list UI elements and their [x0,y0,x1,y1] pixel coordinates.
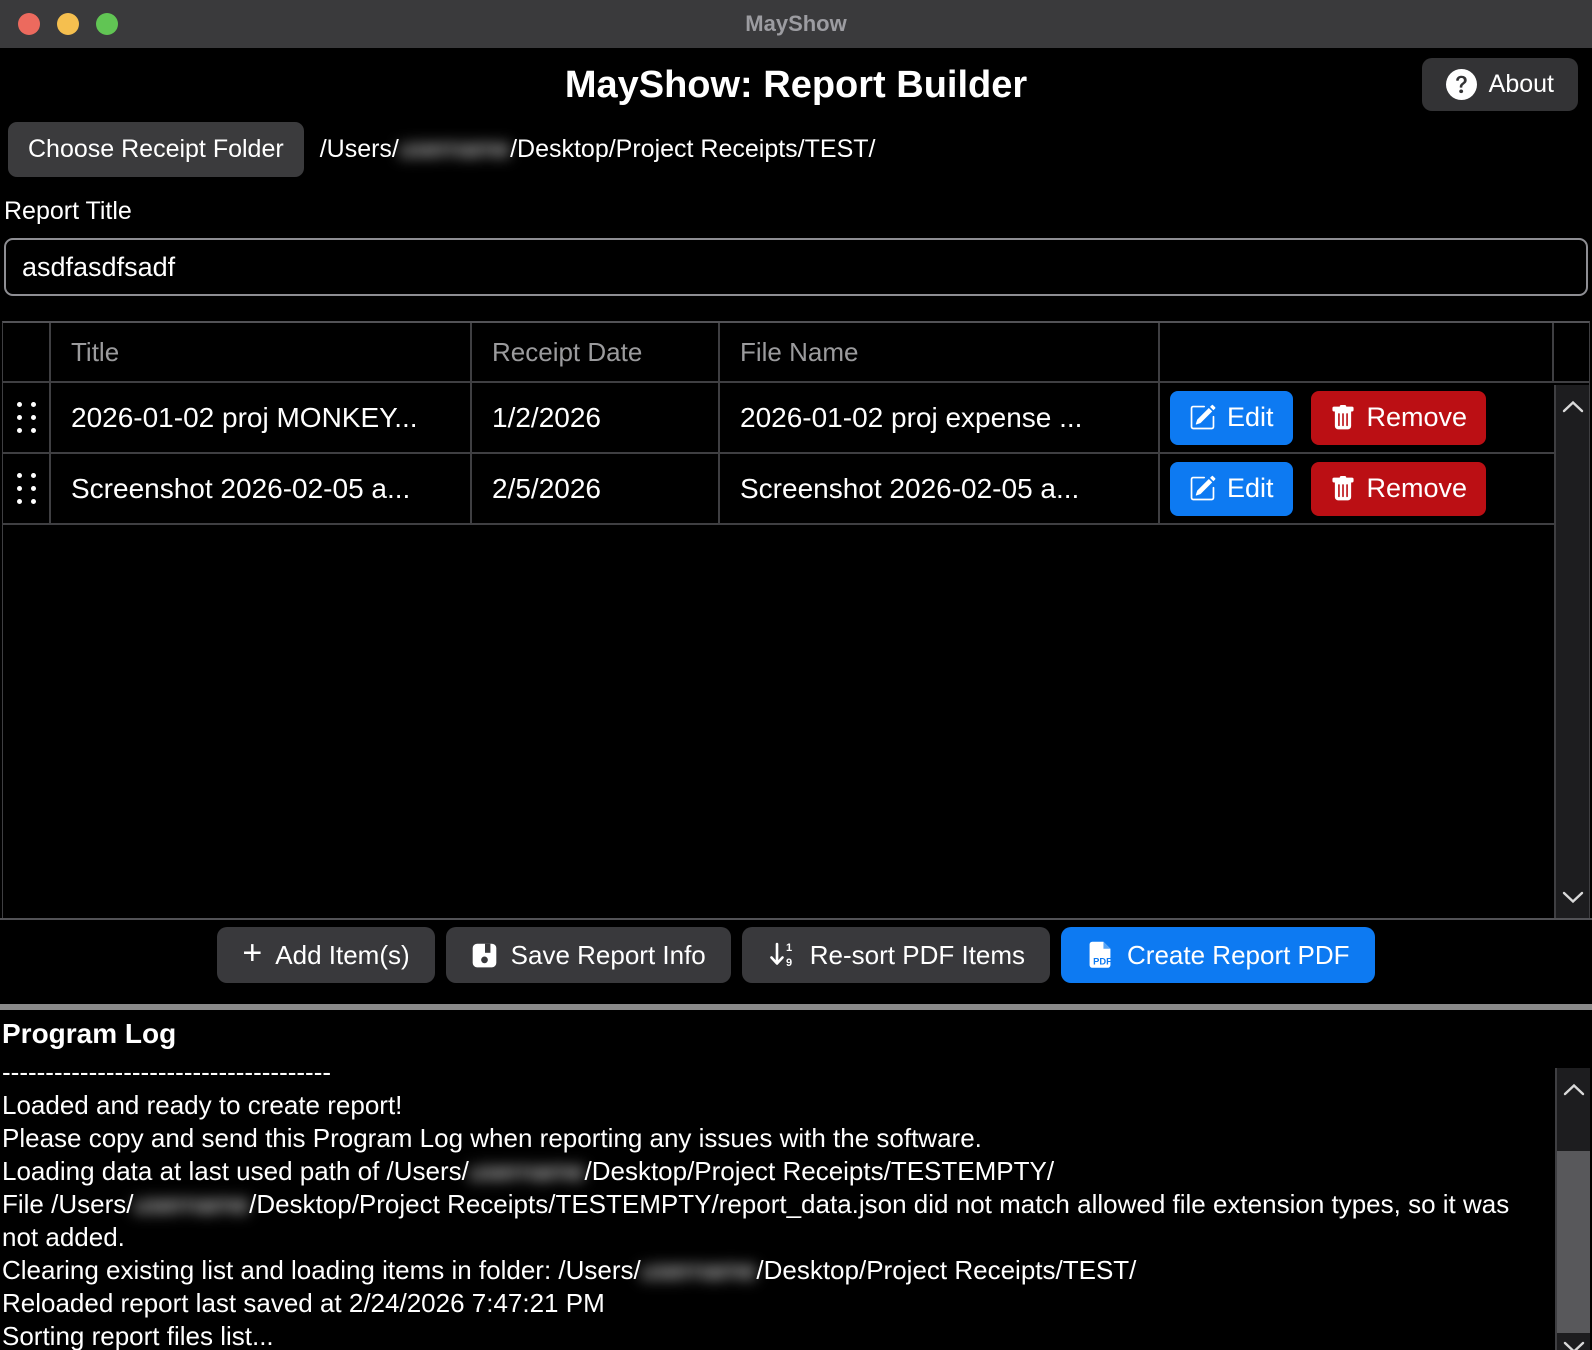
log-line: File /Users/username/Desktop/Project Rec… [2,1188,1534,1254]
row-receipt-date-cell: 2/5/2026 [472,454,720,523]
choose-receipt-folder-button[interactable]: Choose Receipt Folder [8,122,304,177]
save-report-info-button[interactable]: Save Report Info [446,927,731,983]
trash-icon [1330,476,1356,502]
log-line: Please copy and send this Program Log wh… [2,1122,1534,1155]
add-items-label: Add Item(s) [275,940,409,971]
table-body: 2026-01-02 proj MONKEY... 1/2/2026 2026-… [3,383,1554,918]
drag-handle-icon[interactable] [3,454,51,523]
program-log-title: Program Log [2,1018,1592,1050]
redacted-username: username [133,1189,249,1219]
svg-text:PDF: PDF [1093,956,1112,966]
save-report-info-label: Save Report Info [511,940,706,971]
log-line: Loading data at last used path of /Users… [2,1155,1534,1188]
edit-button-label: Edit [1227,402,1274,433]
sort-numeric-down-icon: 1 9 [767,940,797,970]
scroll-up-icon[interactable] [1556,393,1589,419]
report-title-input[interactable] [4,238,1588,296]
log-line: Clearing existing list and loading items… [2,1254,1534,1287]
edit-button[interactable]: Edit [1170,391,1293,445]
row-file-name-cell: Screenshot 2026-02-05 a... [720,454,1160,523]
row-title-cell: 2026-01-02 proj MONKEY... [51,383,472,452]
page-title: MayShow: Report Builder [0,48,1592,107]
log-scrollbar-thumb[interactable] [1557,1151,1590,1333]
table-row: 2026-01-02 proj MONKEY... 1/2/2026 2026-… [3,383,1554,454]
redacted-username: username [399,135,510,163]
column-header-receipt-date: Receipt Date [472,323,720,381]
plus-icon: + [242,936,262,970]
trash-icon [1330,405,1356,431]
redacted-username: username [469,1156,585,1186]
window-titlebar: MayShow [0,0,1592,48]
report-items-table: Title Receipt Date File Name 2026-01-02 … [2,321,1590,918]
row-receipt-date-cell: 1/2/2026 [472,383,720,452]
log-line: -------------------------------------- [2,1056,1534,1089]
remove-button-label: Remove [1367,473,1468,504]
remove-button[interactable]: Remove [1311,391,1487,445]
log-lines: --------------------------------------Lo… [2,1056,1592,1350]
toolbar: + Add Item(s) Save Report Info 1 9 Re-so… [0,918,1592,990]
log-line: Loaded and ready to create report! [2,1089,1534,1122]
row-title-cell: Screenshot 2026-02-05 a... [51,454,472,523]
scroll-down-icon[interactable] [1556,884,1589,910]
edit-button[interactable]: Edit [1170,462,1293,516]
drag-handle-icon[interactable] [3,383,51,452]
actions-column-header [1160,323,1554,381]
pdf-file-icon: PDF [1086,940,1114,970]
table-row: Screenshot 2026-02-05 a... 2/5/2026 Scre… [3,454,1554,525]
remove-button-label: Remove [1367,402,1468,433]
log-scrollbar[interactable] [1555,1068,1590,1350]
svg-text:1: 1 [786,942,792,954]
log-scroll-up-icon[interactable] [1557,1076,1590,1102]
log-line: Reloaded report last saved at 2/24/2026 … [2,1287,1534,1320]
drag-column-header [3,323,51,381]
report-title-label: Report Title [4,197,1592,226]
log-line: Sorting report files list... [2,1320,1534,1350]
svg-text:9: 9 [786,957,792,969]
column-header-file-name: File Name [720,323,1160,381]
resort-pdf-items-button[interactable]: 1 9 Re-sort PDF Items [742,927,1050,983]
add-items-button[interactable]: + Add Item(s) [217,927,434,983]
edit-button-label: Edit [1227,473,1274,504]
resort-pdf-items-label: Re-sort PDF Items [810,940,1025,971]
create-report-pdf-button[interactable]: PDF Create Report PDF [1061,927,1375,983]
row-file-name-cell: 2026-01-02 proj expense ... [720,383,1160,452]
remove-button[interactable]: Remove [1311,462,1487,516]
log-scroll-down-icon[interactable] [1557,1334,1590,1350]
table-header-row: Title Receipt Date File Name [3,323,1589,383]
table-scrollbar[interactable] [1554,385,1589,918]
path-suffix: /Desktop/Project Receipts/TEST/ [510,135,875,163]
question-circle-icon [1446,69,1477,100]
zoom-window-button[interactable] [96,13,118,35]
about-button[interactable]: About [1422,58,1578,111]
path-prefix: /Users/ [320,135,399,163]
receipt-folder-path: /Users/username/Desktop/Project Receipts… [320,135,876,164]
close-window-button[interactable] [18,13,40,35]
column-header-title: Title [51,323,472,381]
redacted-username: username [641,1255,757,1285]
create-report-pdf-label: Create Report PDF [1127,940,1350,971]
program-log-section: Program Log ----------------------------… [0,1010,1592,1350]
window-title: MayShow [745,11,846,37]
about-button-label: About [1489,70,1554,99]
floppy-save-icon [471,942,498,969]
pencil-square-icon [1189,475,1216,502]
pencil-square-icon [1189,404,1216,431]
minimize-window-button[interactable] [57,13,79,35]
